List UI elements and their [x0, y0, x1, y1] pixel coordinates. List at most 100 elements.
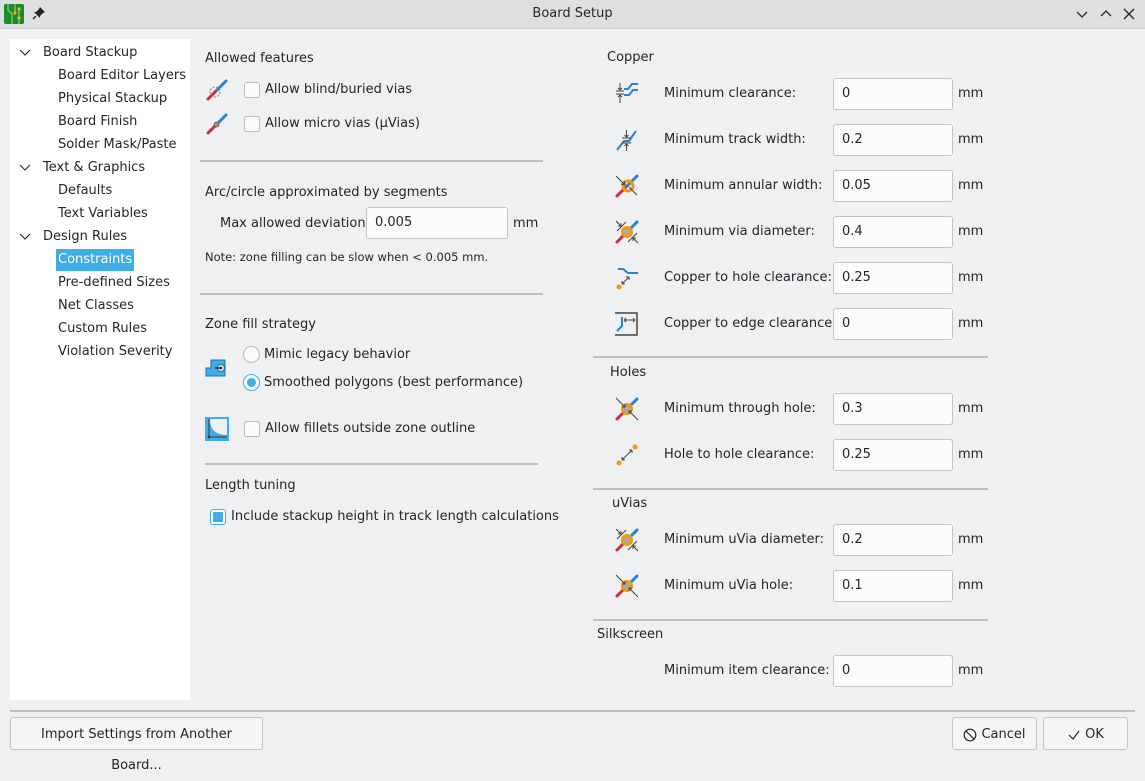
via-diameter-icon [615, 220, 639, 244]
close-button[interactable] [1121, 6, 1137, 22]
min-uvia-hole-input[interactable]: 0.1 [833, 570, 953, 602]
chevron-down-icon[interactable] [19, 47, 31, 59]
max-deviation-unit: mm [513, 216, 539, 231]
cancel-icon [964, 728, 977, 741]
window-title: Board Setup [532, 6, 613, 21]
copper-edge-clearance-icon [615, 312, 638, 336]
track-width-icon [616, 130, 637, 151]
min-track-width-input[interactable]: 0.2 [833, 124, 953, 156]
fillet-icon [205, 417, 229, 441]
maximize-button[interactable] [1098, 6, 1114, 22]
mimic-legacy-radio[interactable] [243, 346, 260, 363]
tree-item-net-classes[interactable]: Net Classes [58, 295, 134, 317]
tree-item-constraints[interactable]: Constraints [56, 249, 135, 271]
blind-buried-via-icon [206, 79, 228, 101]
tree-item-board-finish[interactable]: Board Finish [58, 111, 137, 133]
hole-hole-clearance-input[interactable]: 0.25 [833, 439, 953, 471]
allow-blind-buried-vias-checkbox[interactable] [244, 82, 260, 98]
min-uvia-diameter-input[interactable]: 0.2 [833, 524, 953, 556]
min-annular-width-unit: mm [958, 178, 984, 193]
min-annular-width-label: Minimum annular width: [664, 178, 823, 193]
clearance-icon [616, 83, 638, 103]
tree-group-text-graphics[interactable]: Text & Graphics [43, 157, 145, 179]
min-clearance-input[interactable]: 0 [833, 78, 953, 110]
tree-item-solder-mask-paste[interactable]: Solder Mask/Paste [58, 134, 177, 156]
tree-group-board-stackup[interactable]: Board Stackup [43, 42, 137, 64]
separator [593, 488, 988, 490]
copper-hole-clearance-icon [616, 268, 638, 290]
through-hole-icon [615, 397, 639, 421]
tree-group-design-rules[interactable]: Design Rules [43, 226, 127, 248]
tree-item-violation-severity[interactable]: Violation Severity [58, 341, 172, 363]
annular-width-icon [615, 174, 639, 198]
ok-label: OK [1085, 727, 1104, 742]
max-deviation-input[interactable]: 0.005 [366, 207, 508, 239]
tree-item-custom-rules[interactable]: Custom Rules [58, 318, 147, 340]
copper-hole-clearance-input[interactable]: 0.25 [833, 262, 953, 294]
min-through-hole-unit: mm [958, 401, 984, 416]
min-uvia-hole-unit: mm [958, 578, 984, 593]
separator [200, 293, 543, 295]
ok-button[interactable]: OK [1043, 717, 1128, 750]
min-track-width-label: Minimum track width: [664, 132, 806, 147]
allow-fillets-checkbox[interactable] [244, 421, 260, 437]
separator [200, 160, 543, 162]
copper-hole-clearance-label: Copper to hole clearance: [664, 270, 832, 285]
holes-title: Holes [610, 365, 647, 380]
min-annular-width-input[interactable]: 0.05 [833, 170, 953, 202]
title-bar: Board Setup [0, 0, 1145, 29]
copper-title: Copper [607, 50, 654, 65]
mimic-legacy-label: Mimic legacy behavior [264, 347, 411, 362]
zone-fill-icon [205, 359, 226, 377]
arc-approximation-title: Arc/circle approximated by segments [205, 185, 448, 200]
separator [205, 463, 538, 465]
min-uvia-diameter-unit: mm [958, 532, 984, 547]
min-item-clearance-unit: mm [958, 663, 984, 678]
min-through-hole-label: Minimum through hole: [664, 401, 816, 416]
include-stackup-height-label: Include stackup height in track length c… [231, 509, 559, 524]
min-track-width-unit: mm [958, 132, 984, 147]
import-settings-label: Import Settings from Another Board... [41, 727, 232, 773]
cancel-button[interactable]: Cancel [952, 717, 1037, 750]
micro-via-icon [206, 113, 228, 135]
cancel-label: Cancel [981, 727, 1026, 742]
chevron-down-icon[interactable] [19, 162, 31, 174]
length-tuning-title: Length tuning [205, 478, 296, 493]
footer-separator [10, 710, 1135, 712]
allow-micro-vias-label: Allow micro vias (μVias) [265, 116, 420, 131]
allowed-features-title: Allowed features [205, 51, 314, 66]
include-stackup-height-checkbox[interactable] [210, 509, 226, 525]
tree-item-defaults[interactable]: Defaults [58, 180, 112, 202]
separator [593, 356, 988, 358]
settings-tree: Board Stackup Board Editor Layers Physic… [10, 39, 190, 700]
hole-hole-clearance-label: Hole to hole clearance: [664, 447, 815, 462]
min-via-diameter-unit: mm [958, 224, 984, 239]
zone-fill-strategy-title: Zone fill strategy [205, 317, 316, 332]
tree-item-physical-stackup[interactable]: Physical Stackup [58, 88, 167, 110]
max-deviation-label: Max allowed deviation: [220, 216, 370, 231]
chevron-down-icon[interactable] [19, 231, 31, 243]
min-uvia-diameter-label: Minimum uVia diameter: [664, 532, 825, 547]
import-settings-button[interactable]: Import Settings from Another Board... [10, 717, 263, 773]
copper-hole-clearance-unit: mm [958, 270, 984, 285]
copper-edge-clearance-input[interactable]: 0 [833, 308, 953, 340]
min-through-hole-input[interactable]: 0.3 [833, 393, 953, 425]
min-via-diameter-input[interactable]: 0.4 [833, 216, 953, 248]
allow-fillets-label: Allow fillets outside zone outline [265, 421, 476, 436]
checkmark-icon [1068, 730, 1080, 740]
tree-item-predefined-sizes[interactable]: Pre-defined Sizes [58, 272, 170, 294]
tree-item-board-editor-layers[interactable]: Board Editor Layers [58, 65, 186, 87]
min-uvia-hole-label: Minimum uVia hole: [664, 578, 794, 593]
allow-micro-vias-checkbox[interactable] [244, 116, 260, 132]
uvias-title: uVias [612, 496, 648, 511]
copper-edge-clearance-label: Copper to edge clearance: [664, 316, 837, 331]
minimize-button[interactable] [1074, 6, 1090, 22]
min-item-clearance-input[interactable]: 0 [833, 655, 953, 687]
smoothed-polygons-radio[interactable] [243, 374, 260, 391]
allow-blind-buried-vias-label: Allow blind/buried vias [265, 82, 413, 97]
uvia-hole-icon [615, 574, 639, 598]
min-via-diameter-label: Minimum via diameter: [664, 224, 815, 239]
hole-hole-clearance-unit: mm [958, 447, 984, 462]
tree-item-text-variables[interactable]: Text Variables [58, 203, 148, 225]
smoothed-polygons-label: Smoothed polygons (best performance) [264, 375, 524, 390]
